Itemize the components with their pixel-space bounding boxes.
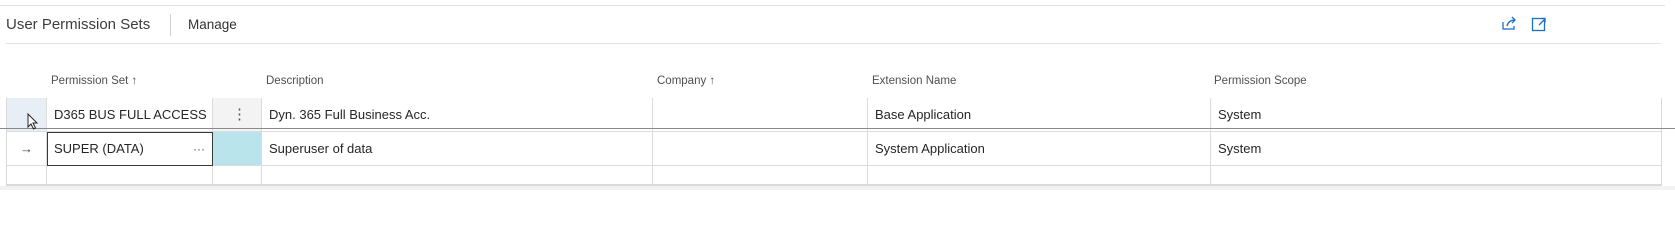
cell-permission-scope[interactable]: System — [1211, 98, 1661, 132]
lookup-ellipsis-icon[interactable]: ··· — [193, 132, 205, 166]
grid-bottom-band — [0, 186, 1675, 190]
cell-permission-scope[interactable] — [1211, 166, 1661, 185]
row-selector[interactable] — [7, 166, 47, 185]
table-row[interactable]: → SUPER (DATA) ··· Superuser of data Sys… — [7, 132, 1661, 166]
top-divider — [0, 5, 1665, 6]
cell-extension-name[interactable] — [868, 166, 1211, 185]
table-row[interactable]: D365 BUS FULL ACCESS ⋮ Dyn. 365 Full Bus… — [7, 98, 1661, 132]
share-icon[interactable] — [1500, 15, 1518, 33]
manage-action[interactable]: Manage — [188, 17, 237, 32]
cell-company[interactable] — [653, 98, 868, 132]
grid-body: D365 BUS FULL ACCESS ⋮ Dyn. 365 Full Bus… — [6, 98, 1662, 186]
cell-company[interactable] — [653, 166, 868, 185]
expand-icon[interactable] — [1530, 15, 1548, 33]
column-header-description[interactable]: Description — [266, 75, 324, 87]
column-header-permission-scope[interactable]: Permission Scope — [1214, 75, 1307, 87]
column-header-extension-name[interactable]: Extension Name — [872, 75, 956, 87]
row-action-cell[interactable] — [213, 132, 262, 166]
cell-description[interactable]: Dyn. 365 Full Business Acc. — [262, 98, 653, 132]
cell-permission-scope[interactable]: System — [1211, 132, 1661, 166]
cell-extension-name[interactable]: System Application — [868, 132, 1211, 166]
column-header-permission-set[interactable]: Permission Set ↑ — [51, 75, 137, 87]
header-separator — [170, 14, 171, 36]
cell-description[interactable] — [262, 166, 653, 185]
column-header-company[interactable]: Company ↑ — [657, 75, 715, 87]
new-row[interactable] — [7, 166, 1661, 185]
row-menu-icon[interactable]: ⋮ — [232, 98, 247, 132]
row-indicator-arrow-icon: → — [7, 132, 47, 166]
row-menu-cell[interactable]: ⋮ — [213, 98, 262, 132]
cell-permission-set-active[interactable]: SUPER (DATA) ··· — [47, 132, 213, 166]
cell-company[interactable] — [653, 132, 868, 166]
cell-permission-set[interactable] — [47, 166, 213, 185]
mouse-pointer-icon — [27, 113, 39, 130]
active-row-line — [0, 128, 1675, 129]
cell-description[interactable]: Superuser of data — [262, 132, 653, 166]
permission-set-value: SUPER (DATA) — [54, 141, 144, 156]
page-header: User Permission Sets Manage — [6, 10, 1661, 42]
header-divider — [6, 43, 1661, 44]
cell-permission-set[interactable]: D365 BUS FULL ACCESS — [47, 98, 213, 132]
row-menu-cell[interactable] — [213, 166, 262, 185]
cell-extension-name[interactable]: Base Application — [868, 98, 1211, 132]
page-title: User Permission Sets — [6, 16, 151, 33]
